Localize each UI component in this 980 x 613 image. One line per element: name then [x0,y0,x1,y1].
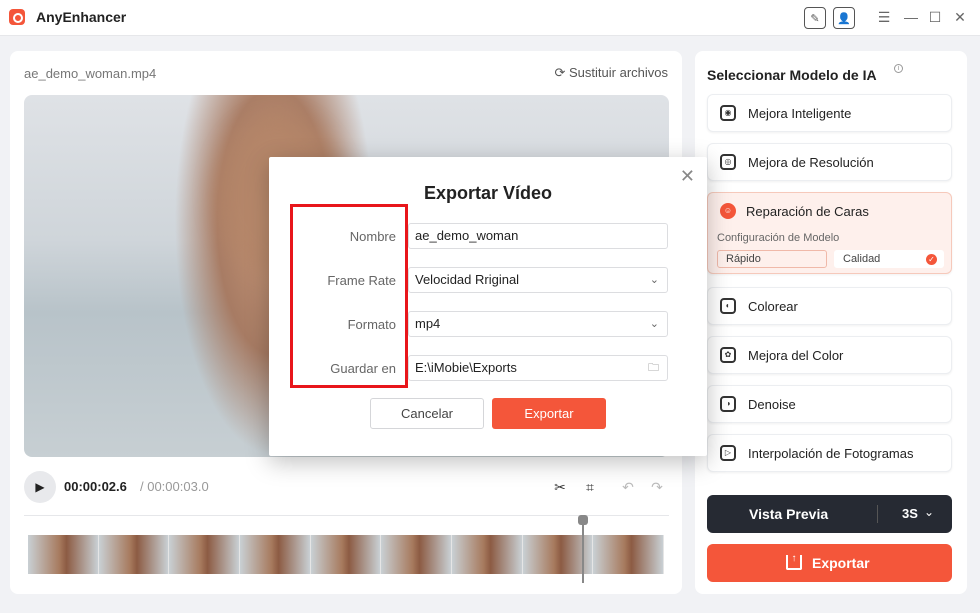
denoise-icon: ◑ [720,396,736,412]
model-config-label: Configuración de Modelo [717,232,840,244]
filmstrip-frame [98,535,170,574]
model-panel: Seleccionar Modelo de IA i ◉ Mejora Inte… [695,51,967,594]
model-label: Interpolación de Fotogramas [748,446,914,461]
dialog-export-button[interactable]: Exportar [492,398,606,429]
color-circles-icon: ✿ [720,347,736,363]
menu-icon[interactable]: ☰ [874,7,894,27]
save-location-field[interactable]: E:\iMobie\Exports 🗀 [408,355,668,381]
model-label: Mejora Inteligente [748,106,852,121]
user-icon[interactable]: 👤 [833,7,855,29]
filmstrip-frame [28,535,99,574]
filmstrip-frame [310,535,382,574]
crop-icon[interactable]: ⌗ [581,478,599,496]
time-current: 00:00:02.6 [64,479,127,494]
model-mejora-inteligente[interactable]: ◉ Mejora Inteligente [707,94,952,132]
chevron-down-icon: ⌄ [649,318,659,330]
playhead[interactable] [582,517,584,583]
cancel-button[interactable]: Cancelar [370,398,484,429]
save-location-value: E:\iMobie\Exports [415,360,517,375]
play-button[interactable]: ▶ [24,471,56,503]
name-field[interactable]: ae_demo_woman [408,223,668,249]
model-mejora-resolucion[interactable]: ◎ Mejora de Resolución [707,143,952,181]
check-icon: ✓ [926,254,937,265]
face-icon: ☺ [720,203,736,219]
model-interpolacion[interactable]: ▷ Interpolación de Fotogramas [707,434,952,472]
upload-icon: ↑ [786,554,802,570]
redo-icon[interactable]: ↷ [648,478,666,496]
model-label: Reparación de Caras [746,204,869,219]
model-label: Colorear [748,299,798,314]
replace-files-label: Sustituir archivos [569,65,668,80]
preview-label: Vista Previa [749,506,829,522]
dialog-title: Exportar Vídeo [423,183,553,203]
model-label: Denoise [748,397,796,412]
option-quality[interactable]: Calidad ✓ [834,250,944,268]
framerate-select[interactable]: Velocidad Rriginal ⌄ [408,267,668,293]
palette-icon: ◐ [720,298,736,314]
model-label: Mejora del Color [748,348,844,363]
close-window-icon[interactable]: ✕ [950,7,970,27]
model-panel-title: Seleccionar Modelo de IA [707,67,877,83]
frames-icon: ▷ [720,445,736,461]
chevron-down-icon[interactable]: ⌄ [924,505,934,519]
resolution-icon: ◎ [720,154,736,170]
filmstrip-frame [381,535,453,574]
option-quality-label: Calidad [843,253,881,265]
filmstrip-frame [169,535,241,574]
export-label: Exportar [812,555,870,571]
model-mejora-color[interactable]: ✿ Mejora del Color [707,336,952,374]
export-button[interactable]: ↑ Exportar [707,544,952,582]
playhead-handle[interactable] [578,515,588,525]
app-title: AnyEnhancer [36,9,127,25]
model-colorear[interactable]: ◐ Colorear [707,287,952,325]
model-denoise[interactable]: ◑ Denoise [707,385,952,423]
export-dialog: ✕ Exportar Vídeo Nombre ae_demo_woman Fr… [269,157,707,456]
app-logo-icon [9,9,25,25]
file-name: ae_demo_woman.mp4 [24,66,157,81]
filmstrip-frame [240,535,311,574]
folder-icon[interactable]: 🗀 [648,356,659,380]
option-fast[interactable]: Rápido [717,250,827,268]
format-select[interactable]: mp4 ⌄ [408,311,668,337]
filmstrip[interactable] [28,535,665,574]
cut-icon[interactable]: ✂ [551,478,569,496]
filmstrip-frame [452,535,523,574]
chevron-down-icon: ⌄ [649,274,659,286]
preview-button[interactable]: Vista Previa 3S ⌄ [707,495,952,533]
replace-files-button[interactable]: ⟳ Sustituir archivos [554,65,668,81]
robot-icon: ◉ [720,105,736,121]
format-value: mp4 [415,316,441,331]
play-icon: ▶ [35,480,45,494]
title-bar: AnyEnhancer ✎ 👤 ☰ — ☐ ✕ [0,0,980,36]
timeline-track [24,515,669,516]
model-reparacion-caras[interactable]: ☺ Reparación de Caras Configuración de M… [707,192,952,274]
time-total: / 00:00:03.0 [140,479,209,494]
preview-duration-select[interactable]: 3S [902,506,918,521]
filmstrip-frame [593,535,665,574]
info-icon[interactable]: i [894,64,903,73]
highlight-box [290,204,408,388]
refresh-icon: ⟳ [554,65,566,80]
preview-divider [877,505,878,523]
option-fast-label: Rápido [726,253,761,265]
framerate-value: Velocidad Rriginal [415,272,520,287]
minimize-icon[interactable]: — [901,7,921,27]
name-value: ae_demo_woman [415,228,519,243]
maximize-icon[interactable]: ☐ [925,7,945,27]
edit-icon[interactable]: ✎ [804,7,826,29]
undo-icon[interactable]: ↶ [619,478,637,496]
model-label: Mejora de Resolución [748,155,874,170]
